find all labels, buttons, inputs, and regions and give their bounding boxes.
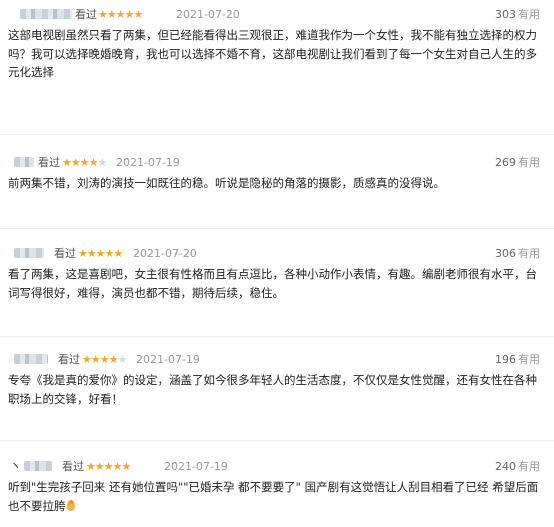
review-date: 2021-07-19: [136, 353, 200, 366]
review-item: 看过 ★★★★★ 2021-07-19 196 有用 专夸《我是真的爱你》的设定，…: [0, 351, 554, 411]
helpful-label: 有用: [518, 353, 540, 366]
review-date: 2021-07-19: [116, 156, 180, 169]
rating-stars: ★★★★★: [82, 353, 127, 366]
helpful-votes[interactable]: 196 有用: [495, 351, 540, 369]
helpful-votes[interactable]: 269 有用: [495, 154, 540, 172]
helpful-votes[interactable]: 306 有用: [495, 245, 540, 263]
helpful-count: 306: [495, 247, 516, 260]
review-date: 2021-07-20: [133, 247, 197, 260]
review-text: 专夸《我是真的爱你》的设定，涵盖了如今很多年轻人的生活态度，不仅仅是女性觉醒，还…: [8, 373, 537, 406]
review-meta: 看过 ★★★★★ 2021-07-19 196 有用: [0, 351, 554, 369]
rating-stars: ★★★★★: [86, 460, 131, 473]
review-text: 前两集不错，刘涛的演技一如既往的稳。听说是隐秘的角落的摄影，质感真的没得说。: [8, 176, 445, 190]
review-text: 看了两集，这是喜剧吧，女主很有性格而且有点逗比，各种小动作小表情，有趣。编剧老师…: [8, 267, 537, 300]
username-blurred: [14, 354, 48, 364]
helpful-count: 240: [495, 460, 516, 473]
helpful-count: 196: [495, 353, 516, 366]
flame-icon: [66, 499, 75, 511]
watch-status: 看过: [38, 156, 60, 169]
review-meta: 看过 ★★★★★ 2021-07-20 303 有用: [0, 6, 554, 24]
helpful-votes[interactable]: 303 有用: [495, 6, 540, 24]
divider: [0, 440, 554, 441]
review-text-content: 听到"生完孩子回来 还有她位置吗""已婚未孕 都不要要了" 国产剧有这觉悟让人刮…: [8, 480, 539, 513]
helpful-votes[interactable]: 240 有用: [495, 458, 540, 476]
review-item: 看过 ★★★★★ 2021-07-20 306 有用 看了两集，这是喜剧吧，女主很…: [0, 245, 554, 305]
review-item: 看过 ★★★★★ 2021-07-19 269 有用 前两集不错，刘涛的演技一如既…: [0, 154, 554, 196]
divider: [0, 134, 554, 135]
review-date: 2021-07-19: [164, 460, 228, 473]
review-text: 这部电视剧虽然只看了两集，但已经能看得出三观很正，难道我作为一个女性，我不能有独…: [8, 28, 537, 79]
review-text: 听到"生完孩子回来 还有她位置吗""已婚未孕 都不要要了" 国产剧有这觉悟让人刮…: [8, 478, 544, 515]
watch-status: 看过: [62, 460, 84, 473]
helpful-label: 有用: [518, 460, 540, 473]
review-date: 2021-07-20: [176, 8, 240, 21]
review-meta: 看过 ★★★★★ 2021-07-19 269 有用: [0, 154, 554, 172]
helpful-label: 有用: [518, 156, 540, 169]
divider: [0, 336, 554, 337]
username-fragment: ヽ: [10, 459, 21, 472]
username-blurred: [24, 461, 52, 471]
helpful-label: 有用: [518, 247, 540, 260]
helpful-count: 303: [495, 8, 516, 21]
username-blurred: [20, 9, 72, 19]
divider: [0, 228, 554, 229]
review-item: ヽ 看过 ★★★★★ 2021-07-19 240 有用 听到"生完孩子回来 还有…: [0, 458, 554, 524]
username-blurred: [14, 157, 34, 167]
helpful-count: 269: [495, 156, 516, 169]
username-blurred: [14, 248, 44, 258]
rating-stars: ★★★★★: [78, 247, 123, 260]
watch-status: 看过: [75, 8, 97, 21]
watch-status: 看过: [58, 353, 80, 366]
watch-status: 看过: [54, 247, 76, 260]
rating-stars: ★★★★★: [62, 156, 107, 169]
helpful-label: 有用: [518, 8, 540, 21]
review-meta: ヽ 看过 ★★★★★ 2021-07-19 240 有用: [0, 458, 554, 476]
rating-stars: ★★★★★: [98, 8, 143, 21]
review-meta: 看过 ★★★★★ 2021-07-20 306 有用: [0, 245, 554, 263]
review-item: 看过 ★★★★★ 2021-07-20 303 有用 这部电视剧虽然只看了两集，但…: [0, 6, 554, 79]
